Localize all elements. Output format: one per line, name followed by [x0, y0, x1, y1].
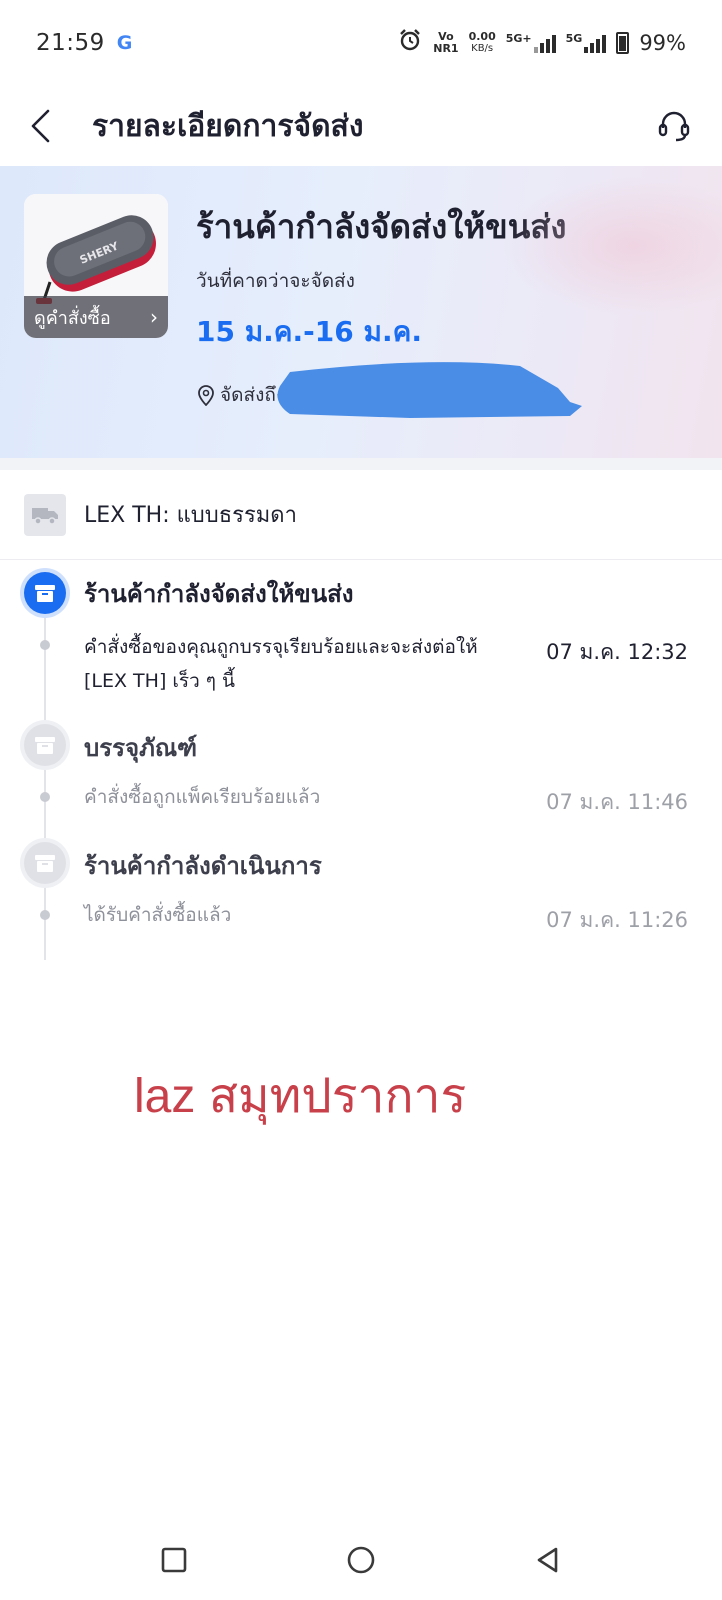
triangle-back-icon [538, 1547, 558, 1573]
section-divider [0, 458, 722, 470]
square-icon [161, 1547, 186, 1573]
timeline-dot [40, 640, 50, 650]
step-title: บรรจุภัณฑ์ [84, 734, 198, 762]
status-bar: 21:59 G Vo NR1 0.00 KB/s 5G+ 5G 99% [0, 0, 722, 86]
headset-icon [658, 111, 690, 142]
step-description: คำสั่งซื้อถูกแพ็คเรียบร้อยแล้ว [84, 786, 321, 808]
page-title: รายละเอียดการจัดส่ง [92, 108, 364, 144]
battery-percent: 99% [639, 31, 686, 55]
truck-icon [24, 493, 66, 536]
home-button[interactable] [341, 1540, 381, 1580]
battery-icon [616, 32, 630, 54]
circle-icon [347, 1546, 375, 1574]
system-nav-bar [0, 1520, 722, 1600]
estimated-date-label: วันที่คาดว่าจะจัดส่ง [196, 270, 355, 292]
step-time: 07 ม.ค. 11:46 [546, 790, 688, 814]
location-pin-icon [198, 385, 214, 406]
step-time: 07 ม.ค. 11:26 [546, 908, 688, 932]
signal-icon-2: 5G [566, 33, 607, 53]
timeline-dot [40, 792, 50, 802]
step-time: 07 ม.ค. 12:32 [546, 640, 688, 664]
back-nav-button[interactable] [528, 1540, 568, 1580]
google-icon: G [116, 32, 133, 54]
view-order-label: ดูคำสั่งซื้อ [34, 307, 111, 329]
box-icon [24, 842, 66, 884]
shipping-hero: SHERY ดูคำสั่งซื้อ › ร้านค้ากำลังจัดส่งใ… [0, 166, 722, 458]
customer-support-button[interactable] [650, 102, 698, 150]
app-header: รายละเอียดการจัดส่ง [0, 86, 722, 166]
volte-indicator: Vo NR1 [433, 30, 459, 55]
chevron-right-icon: › [150, 305, 158, 329]
step-title: ร้านค้ากำลังจัดส่งให้ขนส่ง [84, 580, 354, 608]
view-order-button[interactable]: ดูคำสั่งซื้อ › [24, 296, 168, 338]
net-speed: 0.00 KB/s [468, 30, 496, 55]
alarm-icon [397, 27, 423, 59]
box-icon [24, 572, 66, 614]
signal-icon: 5G+ [506, 33, 556, 53]
chevron-left-icon [31, 109, 50, 143]
recents-button[interactable] [154, 1540, 194, 1580]
step-description: คำสั่งซื้อของคุณถูกบรรจุเรียบร้อยและจะส่… [84, 636, 478, 692]
product-thumbnail[interactable]: SHERY ดูคำสั่งซื้อ › [24, 194, 168, 338]
step-description: ได้รับคำสั่งซื้อแล้ว [84, 904, 232, 926]
redaction-scribble [277, 362, 582, 418]
carrier-name: LEX TH: แบบธรรมดา [84, 503, 297, 528]
step-title: ร้านค้ากำลังดำเนินการ [84, 852, 322, 880]
status-time: 21:59 [36, 30, 105, 56]
watermark-text: laz สมุทปราการ [134, 1070, 467, 1123]
back-button[interactable] [0, 86, 80, 166]
box-icon [24, 724, 66, 766]
carrier-row: LEX TH: แบบธรรมดา [0, 470, 722, 560]
estimated-date: 15 ม.ค.-16 ม.ค. [196, 315, 422, 348]
timeline-dot [40, 910, 50, 920]
shipping-status-title: ร้านค้ากำลังจัดส่งให้ขนส่ง [196, 207, 567, 246]
